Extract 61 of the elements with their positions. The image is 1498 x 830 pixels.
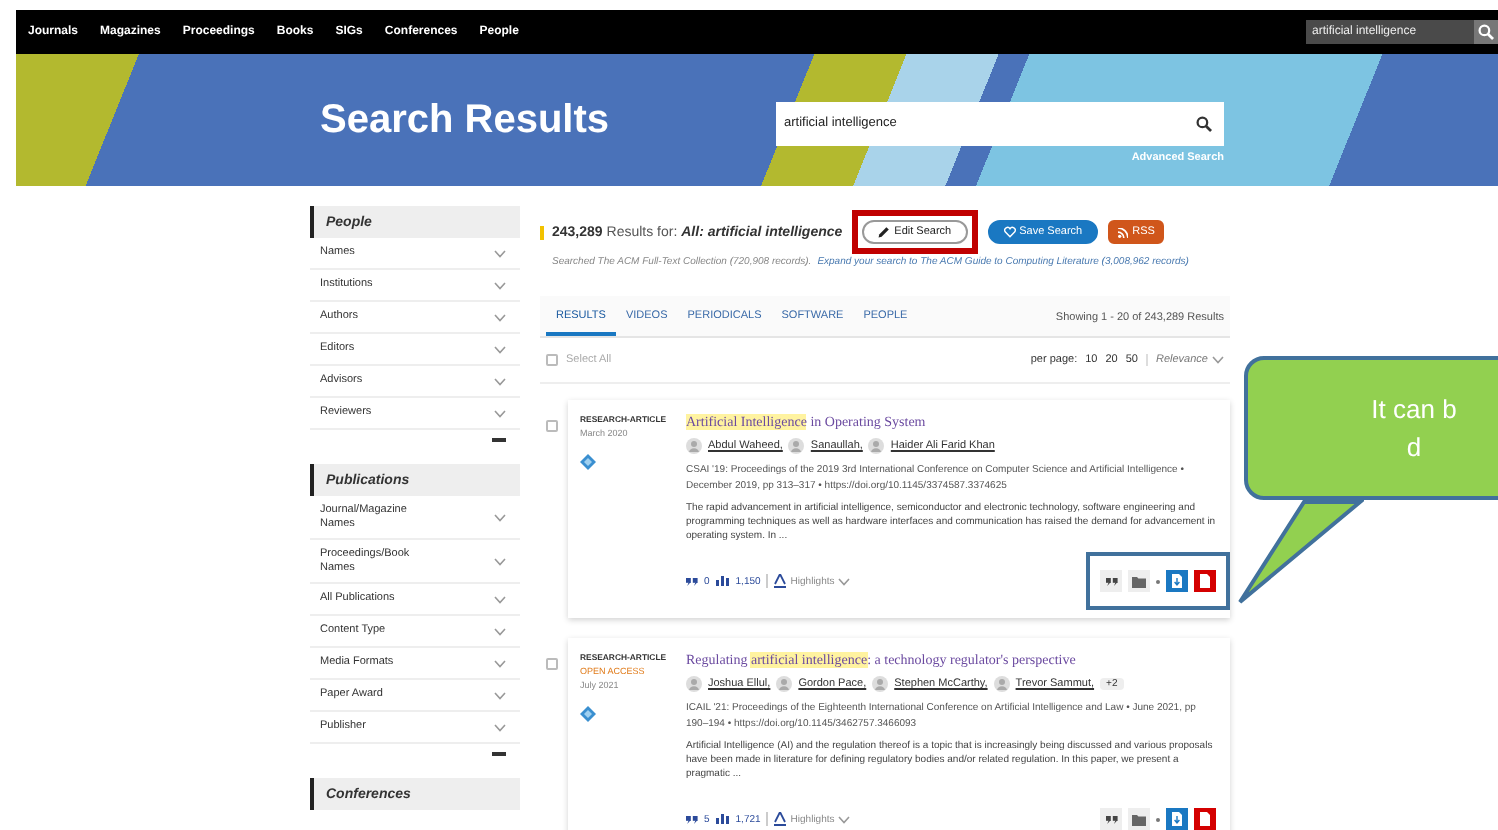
folder-button[interactable] (1128, 570, 1150, 592)
bar-chart-icon (715, 814, 730, 824)
document-icon (1200, 574, 1210, 588)
checkbox[interactable] (546, 354, 558, 366)
diamond-icon (580, 454, 596, 470)
avatar-icon (686, 438, 702, 454)
download-button[interactable] (1166, 808, 1188, 830)
chevron-down-icon (494, 377, 506, 385)
chevron-down-icon (838, 577, 851, 585)
quote-icon (1105, 577, 1117, 585)
pencil-icon (878, 226, 891, 238)
download-icon (1172, 574, 1182, 588)
search-icon (1196, 115, 1212, 131)
folder-button[interactable] (1128, 808, 1150, 830)
download-icon (1172, 812, 1182, 826)
quote-icon (686, 815, 698, 823)
chevron-down-icon (1212, 356, 1224, 364)
chevron-down-icon (494, 281, 506, 289)
quote-icon (1105, 815, 1117, 823)
chevron-down-icon (494, 409, 506, 417)
bar-chart-icon (715, 576, 730, 586)
callout-text: It can b (1371, 394, 1457, 424)
quote-icon (686, 577, 698, 585)
chevron-down-icon (494, 691, 506, 699)
chevron-down-icon (494, 513, 506, 521)
chevron-down-icon (494, 659, 506, 667)
avatar-icon (776, 676, 793, 692)
search-icon (1478, 24, 1494, 40)
separator-dot (1156, 817, 1160, 821)
avatar-icon (993, 676, 1010, 692)
chevron-down-icon (838, 815, 851, 823)
avatar-icon (686, 676, 702, 692)
download-button[interactable] (1166, 570, 1188, 592)
heart-icon (1003, 226, 1016, 238)
checkbox[interactable] (546, 658, 558, 670)
folder-icon (1132, 813, 1146, 825)
chevron-down-icon (494, 345, 506, 353)
document-icon (1200, 812, 1210, 826)
highlighter-icon (774, 574, 787, 588)
search-button[interactable] (1474, 20, 1498, 44)
rss-icon (1118, 227, 1129, 237)
avatar-icon (788, 438, 805, 454)
chevron-down-icon (494, 723, 506, 731)
callout-text: d (1406, 432, 1422, 462)
diamond-icon (580, 706, 596, 722)
page-title: Search Results (320, 97, 612, 143)
chevron-down-icon (494, 249, 506, 257)
cite-button[interactable] (1100, 808, 1122, 830)
chevron-down-icon (494, 627, 506, 635)
pdf-button[interactable] (1194, 808, 1216, 830)
separator-dot (1156, 579, 1160, 583)
highlighter-icon (774, 812, 787, 826)
chevron-down-icon (494, 557, 506, 565)
chevron-down-icon (494, 313, 506, 321)
avatar-icon (872, 676, 889, 692)
avatar-icon (868, 438, 885, 454)
chevron-down-icon (494, 595, 506, 603)
folder-icon (1132, 575, 1146, 587)
cite-button[interactable] (1100, 570, 1122, 592)
pdf-button[interactable] (1194, 570, 1216, 592)
checkbox[interactable] (546, 420, 558, 432)
